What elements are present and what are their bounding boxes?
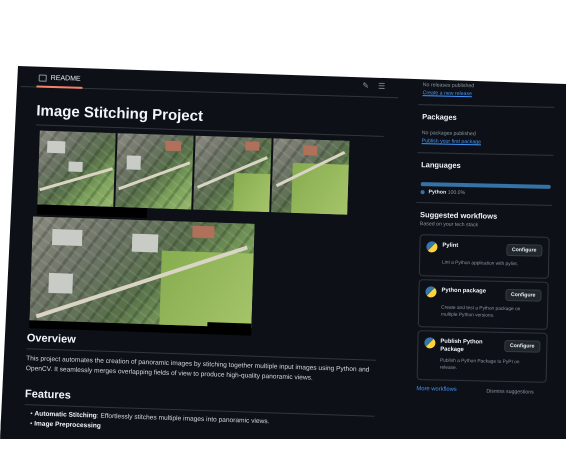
configure-button[interactable]: Configure xyxy=(505,243,543,257)
languages-title: Languages xyxy=(421,160,461,170)
book-icon xyxy=(38,74,47,82)
language-percent: 100.0% xyxy=(447,189,466,197)
features-heading: Features xyxy=(24,388,72,402)
workflow-card-pylint: Pylint Lint a Python application with py… xyxy=(418,234,550,279)
workflow-card-python-package: Python package Create and test a Python … xyxy=(417,279,549,330)
workflows-title: Suggested workflows xyxy=(420,210,498,221)
divider xyxy=(418,104,555,108)
workflow-name: Python package xyxy=(441,287,487,295)
language-bar xyxy=(420,182,551,189)
input-image-2 xyxy=(115,133,194,210)
tab-readme[interactable]: README xyxy=(36,69,83,89)
packages-title[interactable]: Packages xyxy=(422,112,457,122)
list-item: • Image Preprocessing xyxy=(29,420,101,430)
panorama-image xyxy=(29,216,255,336)
repo-window: README ✎ ☰ Image Stitching Project Overv… xyxy=(0,66,566,439)
python-logo-icon xyxy=(424,337,436,349)
workflow-name: Pylint xyxy=(442,242,459,249)
workflow-card-publish-python-package: Publish Python Package Publish a Python … xyxy=(416,330,548,383)
input-image-1 xyxy=(37,130,116,207)
language-item-python[interactable]: Python 100.0% xyxy=(429,189,466,196)
pencil-icon[interactable]: ✎ xyxy=(360,81,370,91)
packages-empty: No packages published xyxy=(421,130,476,138)
outline-list-icon[interactable]: ☰ xyxy=(376,82,386,92)
create-release-link[interactable]: Create a new release xyxy=(423,90,472,97)
page-title: Image Stitching Project xyxy=(36,102,204,125)
overview-heading: Overview xyxy=(26,332,76,346)
feature-name: Image Preprocessing xyxy=(34,420,101,430)
input-images-strip xyxy=(37,130,351,215)
workflow-name: Publish Python Package xyxy=(440,338,483,354)
configure-button[interactable]: Configure xyxy=(503,339,541,353)
tab-readme-label: README xyxy=(50,74,81,83)
publish-package-link[interactable]: Publish your first package xyxy=(422,138,482,145)
workflow-desc: Publish a Python Package to PyPI on rele… xyxy=(439,358,520,371)
releases-empty: No releases published xyxy=(422,82,475,90)
input-image-3 xyxy=(193,135,272,213)
python-logo-icon xyxy=(426,241,438,253)
configure-button[interactable]: Configure xyxy=(504,288,542,302)
workflow-desc: Lint a Python application with pylint. xyxy=(442,260,519,268)
python-color-dot xyxy=(420,190,425,195)
repo-sidebar: No releases published Create a new relea… xyxy=(407,76,561,439)
workflow-desc: Create and test a Python package on mult… xyxy=(440,305,521,319)
feature-name: Automatic Stitching xyxy=(34,410,97,420)
feature-desc: Effortlessly stitches multiple images in… xyxy=(100,412,270,426)
more-workflows-link[interactable]: More workflows xyxy=(416,386,456,393)
divider xyxy=(417,152,554,156)
workflows-subtitle: Based on your tech stack xyxy=(419,221,479,229)
dismiss-suggestions-link[interactable]: Dismiss suggestions xyxy=(486,389,533,396)
readme-body: Image Stitching Project Overview This pr… xyxy=(13,92,397,439)
language-name: Python xyxy=(428,189,447,196)
divider xyxy=(416,202,553,206)
input-image-4 xyxy=(271,138,350,215)
python-logo-icon xyxy=(425,286,437,298)
